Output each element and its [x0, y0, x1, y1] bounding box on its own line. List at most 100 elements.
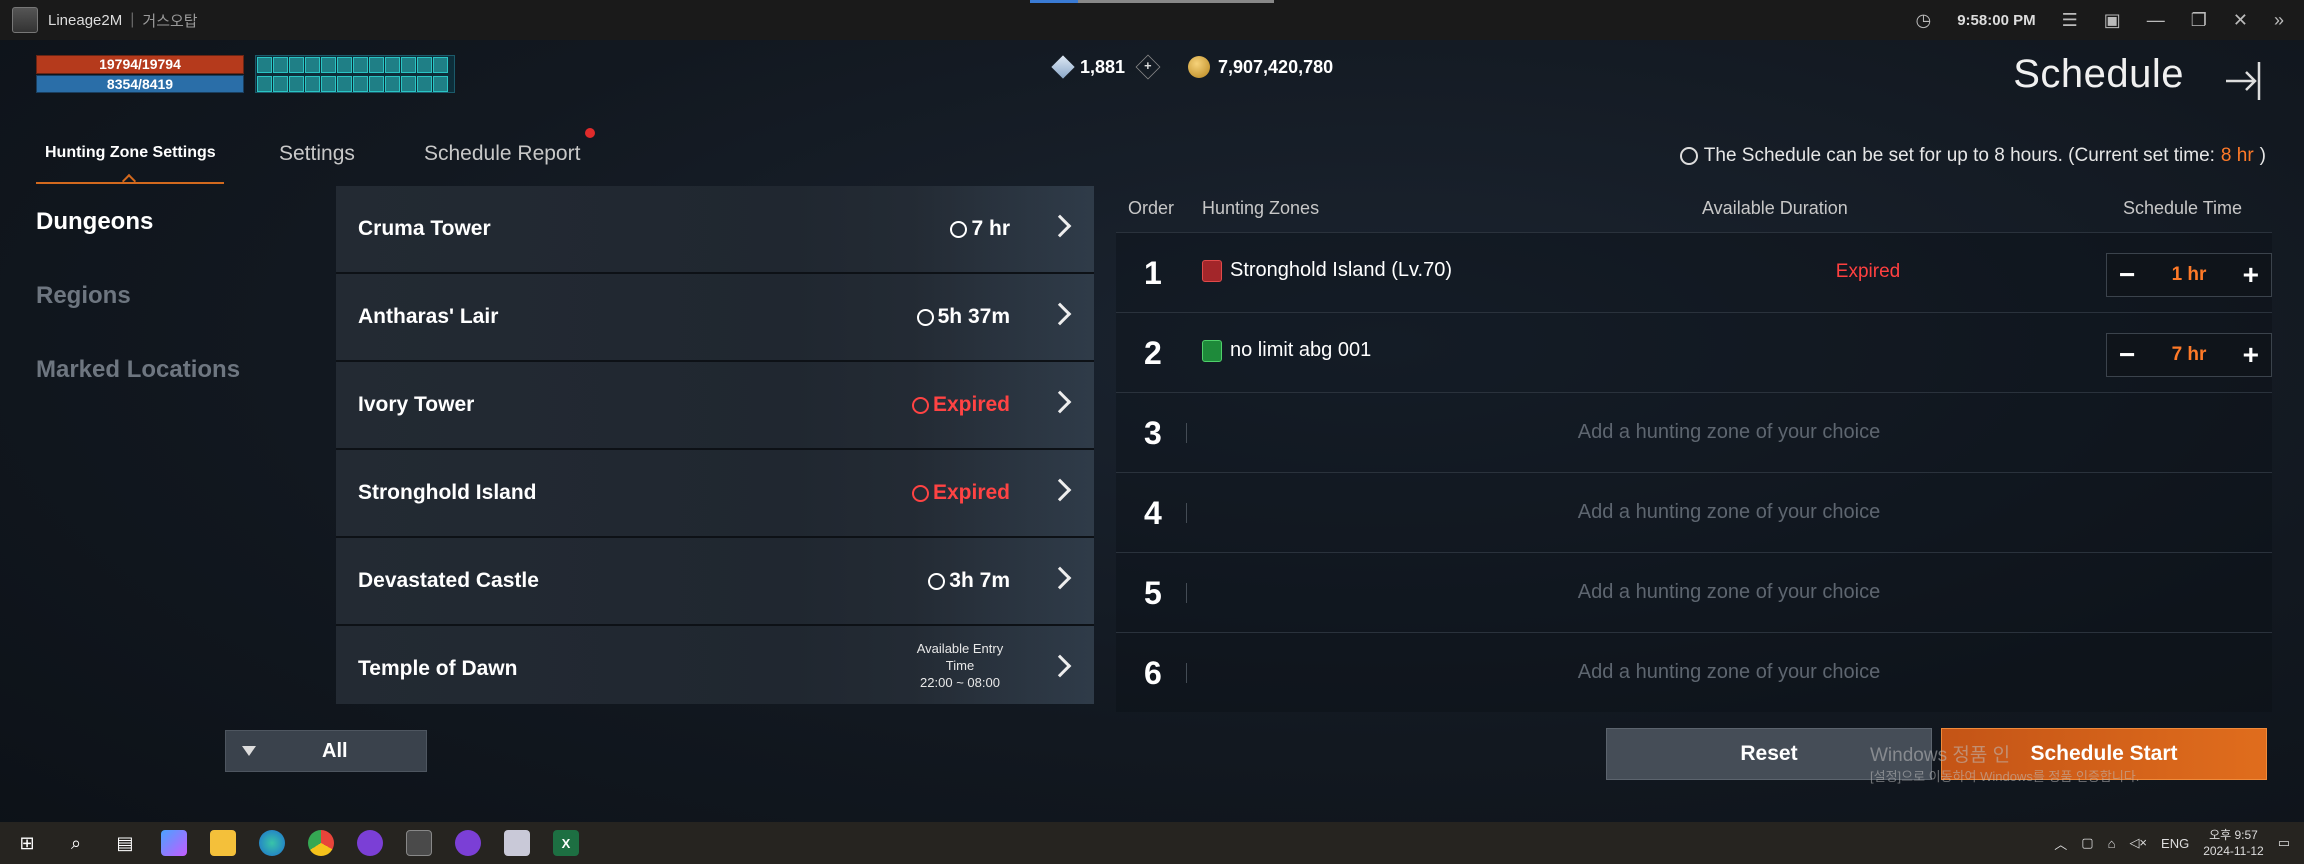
tab-settings[interactable]: Settings — [279, 142, 355, 166]
schedule-row-empty[interactable]: 5 Add a hunting zone of your choice — [1116, 552, 2272, 632]
fortress-icon — [1202, 259, 1222, 282]
menu-icon[interactable]: ☰ — [2062, 10, 2078, 31]
row-order: 5 — [1144, 575, 1162, 611]
purple-app-icon[interactable] — [357, 830, 383, 856]
dungeon-name: Devastated Castle — [358, 569, 539, 592]
increase-time-button[interactable]: + — [2243, 261, 2259, 289]
dungeon-duration: Expired — [911, 481, 1010, 505]
lineage-app-icon[interactable] — [406, 830, 432, 856]
schedule-notice: The Schedule can be set for up to 8 hour… — [1679, 145, 2266, 167]
row-order: 2 — [1144, 335, 1162, 371]
tray-app-icon[interactable]: ▢ — [2081, 835, 2093, 851]
schedule-time-value: 1 hr — [2171, 264, 2207, 285]
schedule-time-stepper: − 1 hr + — [2106, 253, 2272, 297]
diamond-icon — [1051, 55, 1075, 79]
app-logo-icon — [12, 7, 38, 33]
diamond-amount: 1,881 — [1080, 56, 1126, 77]
expand-panel-icon[interactable]: » — [2274, 10, 2284, 31]
language-indicator[interactable]: ENG — [2161, 836, 2189, 851]
clock-icon — [911, 484, 929, 502]
task-view-icon[interactable]: ▤ — [112, 830, 138, 856]
header-available-duration: Available Duration — [1702, 198, 1848, 218]
dungeon-row-stronghold-island[interactable]: Stronghold Island Expired — [336, 450, 1094, 538]
crossed-swords-icon — [1202, 339, 1222, 362]
notification-dot — [585, 128, 595, 138]
dungeon-name: Stronghold Island — [358, 481, 537, 504]
server-name: 거스오탑 — [142, 12, 198, 30]
row-order: 6 — [1144, 655, 1162, 691]
row-zone: no limit abg 001 — [1202, 339, 1371, 362]
dungeon-duration: 5h 37m — [916, 305, 1010, 329]
network-icon[interactable]: ⌂ — [2108, 836, 2116, 851]
schedule-row-empty[interactable]: 3 Add a hunting zone of your choice — [1116, 392, 2272, 472]
add-zone-placeholder: Add a hunting zone of your choice — [1577, 501, 1881, 523]
volume-icon[interactable]: ◁× — [2129, 835, 2147, 851]
schedule-row[interactable]: 2 no limit abg 001 − 7 hr + — [1116, 312, 2272, 392]
dungeon-name: Cruma Tower — [358, 217, 491, 240]
clock-icon — [1679, 147, 1698, 165]
os-taskbar: ⊞ ⌕ ▤ X ︿ ▢ ⌂ ◁× ENG 오후 9:57 2024-11-12 … — [0, 822, 2304, 864]
loading-progress — [1030, 0, 1274, 3]
schedule-row-empty[interactable]: 6 Add a hunting zone of your choice — [1116, 632, 2272, 712]
adena-currency: 7,907,420,780 — [1188, 56, 1333, 78]
edge-icon[interactable] — [259, 830, 285, 856]
page-title: Schedule — [2013, 52, 2184, 96]
dungeon-duration: 7 hr — [950, 217, 1010, 241]
dungeon-row-cruma-tower[interactable]: Cruma Tower 7 hr — [336, 186, 1094, 274]
dungeon-duration: Expired — [911, 393, 1010, 417]
clock-icon — [911, 396, 929, 414]
tray-expand-icon[interactable]: ︿ — [2054, 834, 2067, 853]
active-tab-caret — [121, 173, 137, 189]
purple-app-icon-2[interactable] — [455, 830, 481, 856]
dungeon-row-ivory-tower[interactable]: Ivory Tower Expired — [336, 362, 1094, 450]
minimize-icon[interactable]: — — [2147, 10, 2165, 31]
excel-icon[interactable]: X — [553, 830, 579, 856]
diamond-currency: 1,881 + — [1051, 54, 1161, 80]
header-hunting-zones: Hunting Zones — [1202, 198, 1320, 218]
dungeon-row-devastated-castle[interactable]: Devastated Castle 3h 7m — [336, 538, 1094, 626]
chrome-icon[interactable] — [308, 830, 334, 856]
schedule-row-empty[interactable]: 4 Add a hunting zone of your choice — [1116, 472, 2272, 552]
add-zone-placeholder: Add a hunting zone of your choice — [1577, 421, 1881, 443]
notepad-icon[interactable] — [504, 830, 530, 856]
clock-icon — [916, 308, 934, 326]
filter-label: All — [322, 739, 348, 762]
dungeon-name: Antharas' Lair — [358, 305, 499, 328]
dungeon-name: Temple of Dawn — [358, 657, 518, 680]
hp-bar: 19794/19794 — [36, 55, 244, 74]
close-icon[interactable]: ✕ — [2233, 10, 2248, 31]
tab-hunting-zone-settings[interactable]: Hunting Zone Settings — [45, 144, 216, 162]
clock-icon — [950, 220, 968, 238]
entry-time-info: Available Entry Time 22:00 ~ 08:00 — [916, 641, 1004, 690]
category-marked-locations[interactable]: Marked Locations — [36, 356, 240, 384]
layout-icon[interactable]: ▣ — [2104, 10, 2121, 31]
notification-icon[interactable]: ▭ — [2278, 835, 2290, 851]
dungeon-row-antharas-lair[interactable]: Antharas' Lair 5h 37m — [336, 274, 1094, 362]
start-icon[interactable]: ⊞ — [14, 830, 40, 856]
activation-watermark: Windows 정품 인 — [1870, 745, 2011, 766]
tab-schedule-report[interactable]: Schedule Report — [424, 142, 580, 166]
restore-icon[interactable]: ❐ — [2191, 10, 2207, 31]
increase-time-button[interactable]: + — [2243, 341, 2259, 369]
search-icon[interactable]: ⌕ — [63, 830, 89, 856]
add-diamond-button[interactable]: + — [1135, 54, 1161, 80]
exit-icon[interactable] — [2222, 58, 2268, 104]
decrease-time-button[interactable]: − — [2119, 261, 2135, 289]
clock-icon: ◷ — [1915, 9, 1932, 30]
filter-dropdown[interactable]: All — [225, 730, 427, 772]
adena-coin-icon — [1188, 56, 1210, 78]
title-bar: Lineage2M | 거스오탑 ◷ 9:58:00 PM ☰ ▣ — ❐ ✕ … — [0, 0, 2304, 40]
adena-amount: 7,907,420,780 — [1218, 56, 1334, 77]
category-regions[interactable]: Regions — [36, 282, 131, 310]
row-order: 4 — [1144, 495, 1162, 531]
row-zone: Stronghold Island (Lv.70) — [1202, 259, 1452, 282]
header-schedule-time: Schedule Time — [2123, 198, 2243, 218]
activation-watermark-sub: [설정]으로 이동하여 Windows를 정품 인증합니다. — [1870, 769, 2140, 784]
file-explorer-icon[interactable] — [210, 830, 236, 856]
category-dungeons[interactable]: Dungeons — [36, 208, 153, 236]
copilot-icon[interactable] — [161, 830, 187, 856]
dungeon-row-temple-of-dawn[interactable]: Temple of Dawn Available Entry Time 22:0… — [336, 626, 1094, 704]
decrease-time-button[interactable]: − — [2119, 341, 2135, 369]
schedule-row[interactable]: 1 Stronghold Island (Lv.70) Expired − 1 … — [1116, 232, 2272, 312]
taskbar-clock[interactable]: 오후 9:57 2024-11-12 — [2203, 827, 2264, 859]
